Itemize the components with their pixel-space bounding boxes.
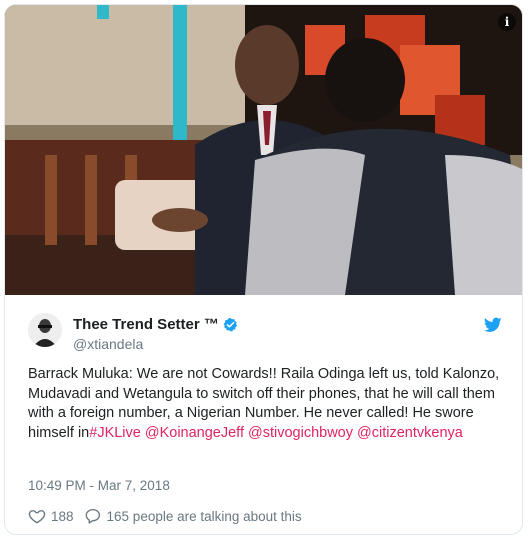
studio-interview-image [5,5,522,295]
twitter-bird-icon[interactable] [484,317,502,333]
speech-bubble-icon [85,508,100,524]
author-display-name[interactable]: Thee Trend Setter ™ [73,316,219,333]
like-count: 188 [51,508,74,524]
author-name-row[interactable]: Thee Trend Setter ™ [73,316,238,333]
tweet-card: i Thee Trend Setter ™ @xtiandela Barrack… [4,4,523,535]
author-handle[interactable]: @xtiandela [73,336,143,352]
mention-link[interactable]: @KoinangeJeff [145,425,244,441]
like-button[interactable]: 188 [28,507,74,525]
verified-badge-icon [223,317,237,332]
avatar-image [28,313,62,347]
tweet-text: Barrack Muluka: We are not Cowards!! Rai… [28,365,508,443]
tweet-timestamp[interactable]: 10:49 PM - Mar 7, 2018 [28,478,170,493]
talking-label: 165 people are talking about this [106,508,302,524]
mention-link[interactable]: @stivogichbwoy [248,425,353,441]
avatar[interactable] [28,313,62,347]
talking-button[interactable]: 165 people are talking about this [84,507,302,525]
mention-link[interactable]: @citizentvkenya [357,425,463,441]
info-icon[interactable]: i [498,13,516,31]
hashtag-link[interactable]: #JKLive [89,425,141,441]
tweet-actions: 188 165 people are talking about this [28,507,312,525]
heart-icon [28,510,46,524]
tweet-header: Thee Trend Setter ™ @xtiandela [5,305,522,357]
tweet-photo[interactable]: i [5,5,522,295]
